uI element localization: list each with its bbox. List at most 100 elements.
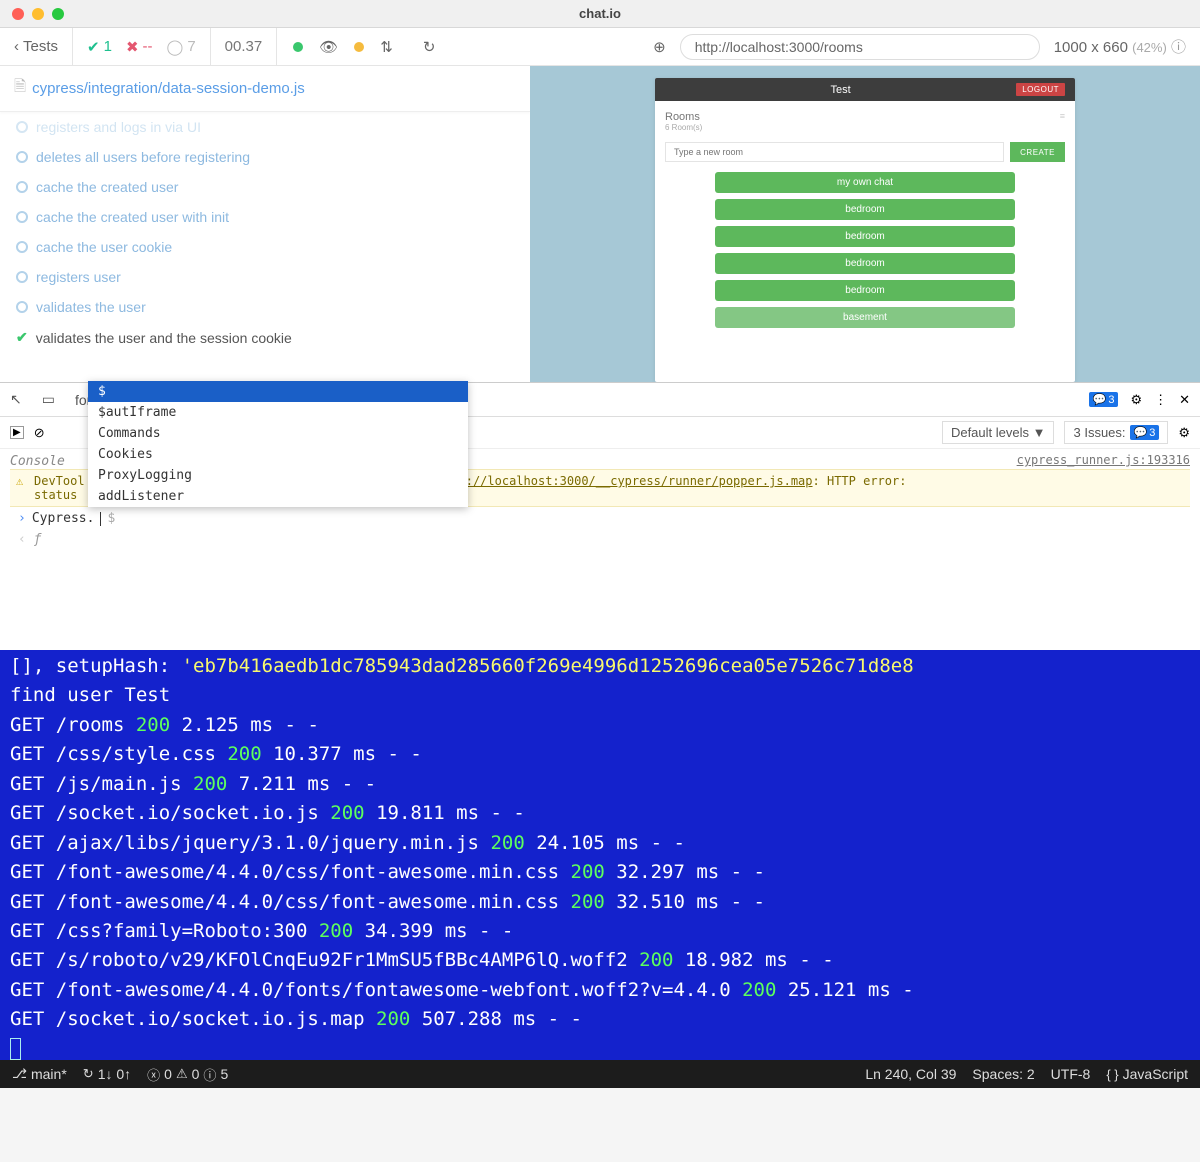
console-heading: Console [10,454,65,469]
maximize-window[interactable] [52,8,64,20]
indentation[interactable]: Spaces: 2 [972,1066,1034,1082]
terminal-line: find user Test [10,684,170,706]
stat-failed: ✖ -- [126,38,153,56]
close-devtools-icon[interactable]: ✕ [1179,392,1190,408]
cypress-body: 🗎 cypress/integration/data-session-demo.… [0,66,1200,382]
stat-passed: ✔ 1 [87,38,112,56]
error-icon: ⓧ [147,1065,160,1084]
problems[interactable]: ⓧ 0 ⚠ 0 ⓘ 5 [147,1065,228,1084]
test-title: validates the user and the session cooki… [36,330,292,346]
tests-back-button[interactable]: ‹ Tests [0,28,73,65]
autocomplete-item[interactable]: Commands [88,423,468,444]
test-row[interactable]: cache the created user [0,172,530,202]
issues-badge: 💬 3 [1130,425,1160,440]
test-row[interactable]: registers and logs in via UI [0,112,530,142]
autocomplete-item[interactable]: ProxyLogging [88,465,468,486]
tests-label: Tests [23,38,58,55]
app-header-title: Test [665,84,1016,96]
stat-pending: ◯ 7 [167,38,196,56]
test-title: cache the user cookie [36,239,172,255]
git-branch[interactable]: ⎇ main* [12,1066,67,1082]
test-row[interactable]: cache the user cookie [0,232,530,262]
test-row[interactable]: ✔validates the user and the session cook… [0,322,530,353]
test-row[interactable]: validates the user [0,292,530,322]
spec-file-tab[interactable]: 🗎 cypress/integration/data-session-demo.… [0,66,530,112]
passed-count: 1 [104,38,112,55]
room-item[interactable]: bedroom [715,199,1015,220]
room-item[interactable]: bedroom [715,226,1015,247]
create-room-button[interactable]: CREATE [1010,142,1065,162]
test-row[interactable]: cache the created user with init [0,202,530,232]
new-room-input[interactable] [665,142,1004,162]
warning-url-link[interactable]: http://localhost:3000/__cypress/runner/p… [437,474,813,488]
autocomplete-item[interactable]: addListener [88,486,468,507]
pending-count: 7 [187,38,195,55]
test-title: deletes all users before registering [36,149,250,165]
viewport-dims: 1000 x 660 [1054,39,1128,56]
reload-icon[interactable]: ↻ [409,38,436,56]
info-icon: ⓘ [1171,39,1186,56]
device-icon[interactable]: ▭ [42,391,55,408]
room-item[interactable]: bedroom [715,253,1015,274]
terminal-cursor [10,1038,21,1060]
test-title: cache the created user [36,179,178,195]
autocomplete-item[interactable]: $ [88,381,468,402]
viewport-info[interactable]: 1000 x 660 (42%) ⓘ [1054,36,1186,57]
pending-icon [16,211,28,223]
cursor-position[interactable]: Ln 240, Col 39 [865,1066,956,1082]
room-item[interactable]: basement [715,307,1015,328]
encoding[interactable]: UTF-8 [1051,1066,1091,1082]
language-mode[interactable]: { } JavaScript [1106,1066,1188,1082]
close-window[interactable] [12,8,24,20]
play-icon[interactable]: ▶ [10,426,24,439]
console-settings-icon[interactable]: ⚙ [1178,425,1190,441]
terminal-text: [], setupHash: [10,655,182,677]
test-row[interactable]: deletes all users before registering [0,142,530,172]
spec-file-name: cypress/integration/data-session-demo.js [32,80,305,97]
clear-console-icon[interactable]: ⊘ [34,425,45,441]
terminal-hash: 'eb7b416aedb1dc785943dad285660f269e4996d… [182,655,914,677]
cypress-tools: 👁 ⇅ ↻ [277,28,451,65]
minimize-window[interactable] [32,8,44,20]
app-header: Test LOGOUT [655,78,1075,101]
warning-icon: ⚠ [176,1066,188,1082]
pending-icon [16,181,28,193]
inspect-icon[interactable]: ↖ [10,391,22,408]
status-dot-yellow [354,42,364,52]
test-title: cache the created user with init [36,209,229,225]
status-dot-green [293,42,303,52]
room-item[interactable]: my own chat [715,172,1015,193]
logout-button[interactable]: LOGOUT [1016,83,1065,96]
url-display[interactable]: http://localhost:3000/rooms [680,34,1040,60]
autocomplete-item[interactable]: $autIframe [88,402,468,423]
snapshot-icon[interactable]: ⇅ [380,38,393,56]
branch-icon: ⎇ [12,1066,27,1082]
menu-icon[interactable]: ≡ [1060,111,1065,132]
git-sync[interactable]: ↻ 1↓ 0↑ [83,1066,131,1082]
cypress-toolbar: ‹ Tests ✔ 1 ✖ -- ◯ 7 00.37 👁 ⇅ ↻ ⊕ http:… [0,28,1200,66]
tests-list: registers and logs in via UI deletes all … [0,112,530,353]
issues-button[interactable]: 3 Issues: 💬 3 [1064,421,1168,444]
viewport-scale: (42%) [1132,40,1167,55]
rooms-count: 6 Room(s) [665,123,702,132]
autocomplete-item[interactable]: Cookies [88,444,468,465]
settings-icon[interactable]: ⚙ [1130,392,1142,408]
log-levels-dropdown[interactable]: Default levels ▼ [942,421,1055,444]
selector-playground-icon[interactable]: ⊕ [653,38,666,56]
test-title: registers and logs in via UI [36,119,201,135]
elapsed-time: 00.37 [211,28,278,65]
more-icon[interactable]: ⋮ [1154,392,1167,408]
console-prompt[interactable]: › Cypress.$ [10,507,1190,530]
chevron-left-icon: ‹ [14,38,19,55]
devtools: ↖ ▭ $$autIframeCommandsCookiesProxyLoggi… [0,382,1200,650]
info-icon: ⓘ [203,1065,216,1084]
source-link[interactable]: cypress_runner.js:193316 [1017,453,1190,467]
rooms-heading: Rooms [665,111,702,123]
eye-icon[interactable]: 👁 [319,38,338,56]
terminal[interactable]: [], setupHash: 'eb7b416aedb1dc785943dad2… [0,650,1200,1060]
room-item[interactable]: bedroom [715,280,1015,301]
pending-icon [16,241,28,253]
test-row[interactable]: registers user [0,262,530,292]
pending-icon [16,151,28,163]
messages-badge[interactable]: 💬 3 [1089,392,1119,407]
